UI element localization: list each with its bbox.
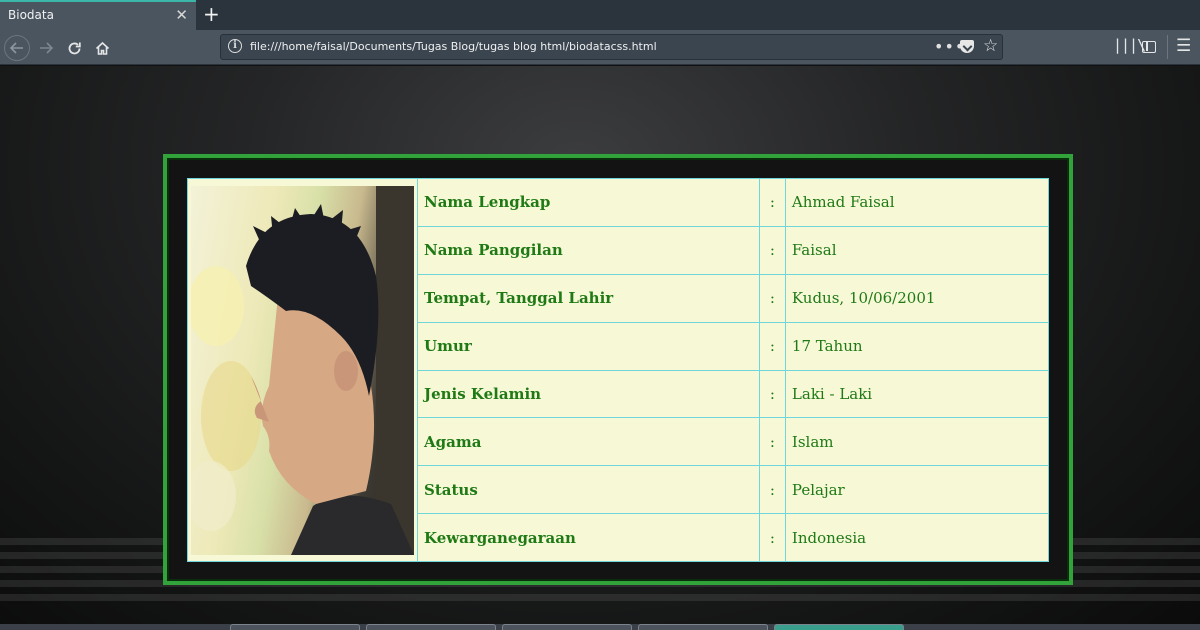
toolbar-divider [1167,35,1168,59]
table-row: Nama Lengkap : Ahmad Faisal [187,178,1050,562]
field-separator: : [758,225,786,275]
bookmark-star-icon[interactable]: ☆ [983,36,998,56]
tab-title: Biodata [8,8,54,22]
field-label: Nama Lengkap [417,178,760,227]
profile-photo [191,185,414,555]
field-label: Umur [417,321,760,371]
url-bar[interactable]: i file:///home/faisal/Documents/Tugas Bl… [220,34,1003,60]
os-taskbar [0,624,1200,630]
portrait-illustration [191,185,414,555]
page-viewport: Nama Lengkap : Ahmad Faisal Nama Panggil… [0,66,1200,624]
sidebar-icon[interactable] [1142,41,1156,53]
field-value: Ahmad Faisal [784,178,1050,227]
photo-cell [187,178,418,562]
field-separator: : [758,321,786,371]
home-icon[interactable] [89,35,115,61]
field-label: Nama Panggilan [417,225,760,275]
field-separator: : [758,178,786,227]
taskbar-item-active[interactable] [774,624,904,630]
tab-strip: Biodata ✕ + [0,0,1200,30]
back-arrow-icon[interactable] [4,35,30,61]
field-value: Faisal [784,225,1050,275]
close-tab-icon[interactable]: ✕ [175,6,188,24]
biodata-card: Nama Lengkap : Ahmad Faisal Nama Panggil… [163,154,1073,585]
field-separator: : [758,513,786,562]
field-value: Indonesia [784,513,1050,562]
field-separator: : [758,465,786,515]
field-label: Tempat, Tanggal Lahir [417,273,760,323]
new-tab-button[interactable]: + [203,3,220,25]
url-text[interactable]: file:///home/faisal/Documents/Tugas Blog… [250,40,657,53]
tab-biodata[interactable]: Biodata ✕ [0,0,196,30]
library-icon[interactable]: |||\ [1113,36,1146,54]
field-value: Kudus, 10/06/2001 [784,273,1050,323]
field-separator: : [758,273,786,323]
reload-icon[interactable] [61,35,87,61]
field-label: Status [417,465,760,515]
field-separator: : [758,369,786,419]
biodata-table: Nama Lengkap : Ahmad Faisal Nama Panggil… [187,178,1050,562]
taskbar-item[interactable] [502,624,632,630]
forward-arrow-icon[interactable] [33,35,59,61]
field-separator: : [758,417,786,467]
field-value: Pelajar [784,465,1050,515]
taskbar-item[interactable] [230,624,360,630]
field-value: 17 Tahun [784,321,1050,371]
taskbar-item[interactable] [638,624,768,630]
field-value: Islam [784,417,1050,467]
info-icon[interactable]: i [228,39,242,53]
field-value: Laki - Laki [784,369,1050,419]
field-label: Jenis Kelamin [417,369,760,419]
field-label: Kewarganegaraan [417,513,760,562]
navigation-toolbar: i file:///home/faisal/Documents/Tugas Bl… [0,30,1200,65]
hamburger-menu-icon[interactable]: ☰ [1176,36,1191,56]
field-label: Agama [417,417,760,467]
taskbar-item[interactable] [366,624,496,630]
pocket-icon[interactable] [960,40,974,53]
background-stripe [0,594,1200,601]
